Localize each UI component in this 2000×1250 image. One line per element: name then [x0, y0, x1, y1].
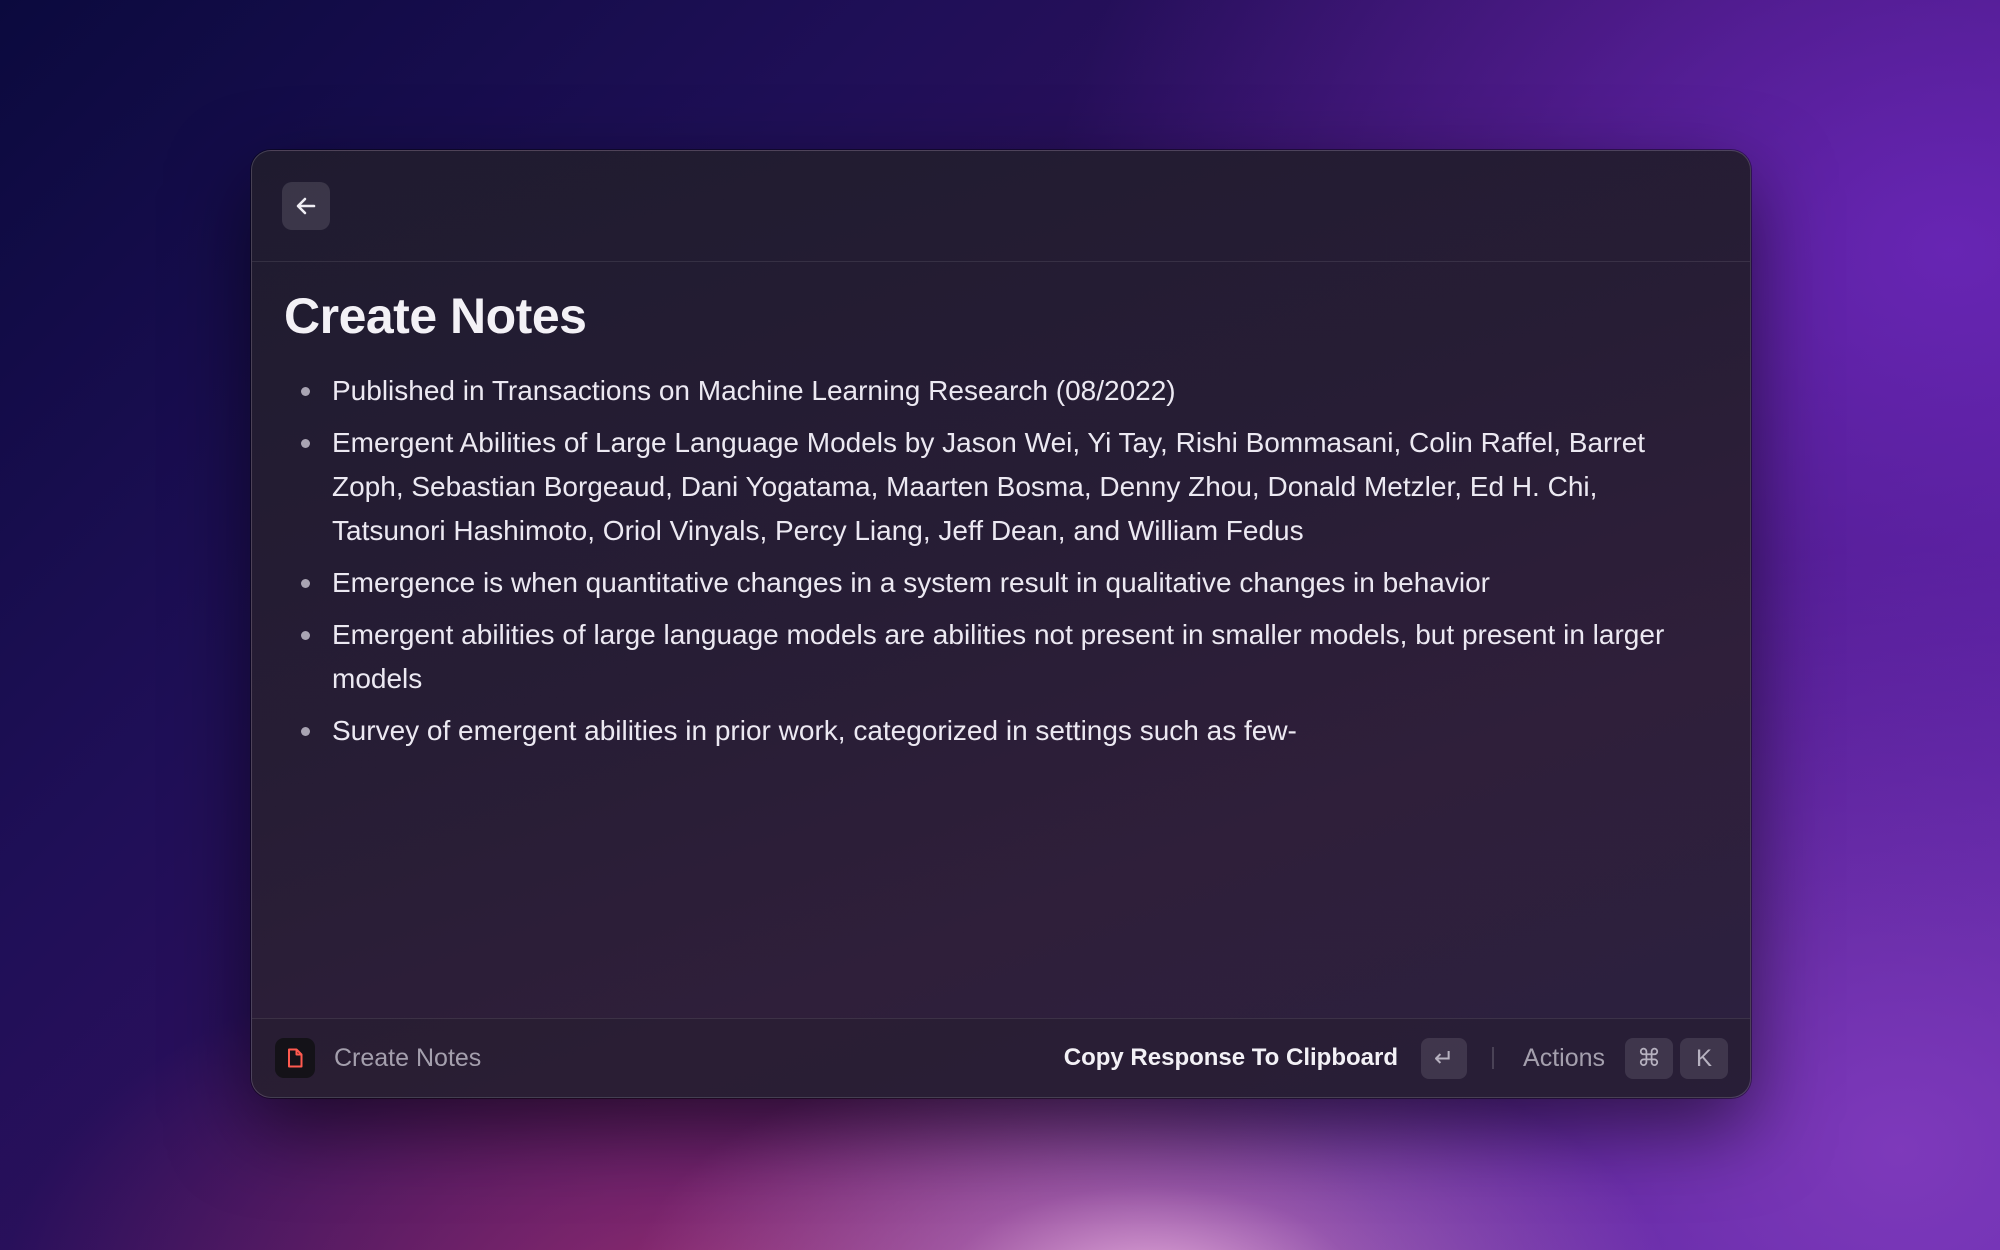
k-key-hint: K — [1680, 1038, 1728, 1079]
divider — [1492, 1047, 1494, 1069]
list-item: Emergent abilities of large language mod… — [284, 613, 1718, 701]
cmd-key-hint: ⌘ — [1625, 1038, 1673, 1079]
top-bar — [252, 151, 1750, 262]
list-item: Emergence is when quantitative changes i… — [284, 561, 1718, 605]
arrow-left-icon — [296, 197, 316, 215]
copy-response-button[interactable]: Copy Response To Clipboard — [1064, 1019, 1398, 1097]
response-content: Create Notes Published in Transactions o… — [284, 291, 1718, 761]
command-name: Create Notes — [334, 1044, 482, 1072]
action-bar: Create Notes Copy Response To Clipboard … — [252, 1018, 1750, 1097]
page-title: Create Notes — [284, 288, 587, 344]
enter-key-hint: ↵ — [1421, 1038, 1467, 1079]
back-button[interactable] — [282, 182, 330, 230]
command-icon-badge — [275, 1038, 315, 1078]
document-icon — [288, 1048, 303, 1068]
actions-button[interactable]: Actions — [1523, 1019, 1605, 1097]
notes-window: Create Notes Published in Transactions o… — [251, 150, 1751, 1098]
list-item: Emergent Abilities of Large Language Mod… — [284, 421, 1718, 553]
notes-list: Published in Transactions on Machine Lea… — [284, 369, 1718, 753]
list-item: Published in Transactions on Machine Lea… — [284, 369, 1718, 413]
list-item: Survey of emergent abilities in prior wo… — [284, 709, 1718, 753]
